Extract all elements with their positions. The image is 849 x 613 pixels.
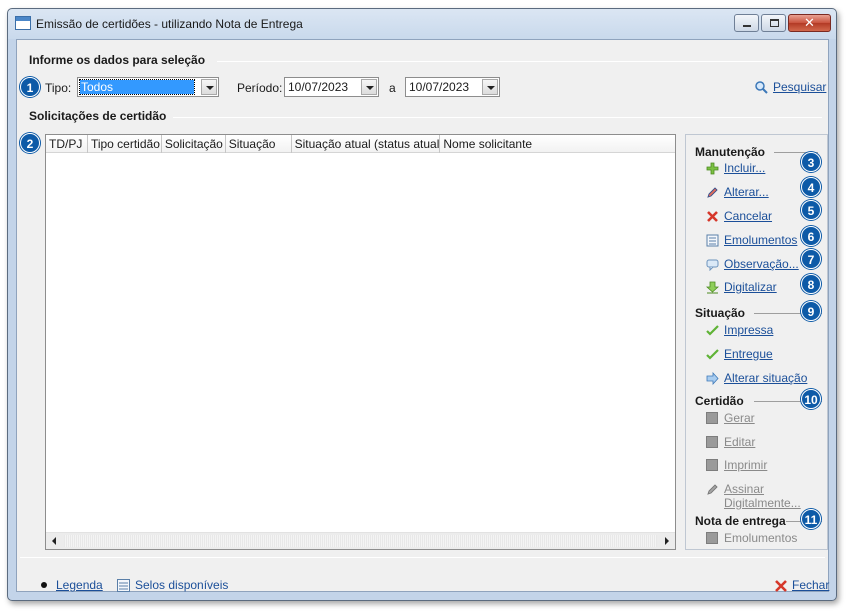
search-link[interactable]: Pesquisar — [754, 80, 826, 94]
periodo-label: Período: — [237, 81, 283, 95]
window-app-icon — [15, 16, 31, 30]
comment-icon — [706, 259, 719, 271]
emolumentos-label: Emolumentos — [724, 233, 798, 247]
list-icon — [706, 234, 719, 247]
square-icon — [706, 459, 718, 471]
scroll-left-icon[interactable] — [46, 533, 63, 549]
list-icon — [117, 579, 130, 592]
window-client-area: Informe os dados para seleção 1 Tipo: To… — [16, 39, 829, 592]
maximize-icon — [770, 19, 779, 27]
window-title: Emissão de certidões - utilizando Nota d… — [36, 17, 303, 31]
x-icon — [707, 211, 718, 222]
date-to-value: 10/07/2023 — [409, 80, 470, 94]
requests-grid[interactable]: TD/PJ Tipo certidão Solicitação Situação… — [45, 134, 676, 550]
tipo-select[interactable]: Todos — [77, 77, 219, 97]
maximize-button[interactable] — [761, 14, 786, 32]
selection-divider — [217, 61, 822, 62]
minimize-icon — [743, 25, 751, 27]
requests-divider — [173, 117, 822, 118]
pencil-icon — [707, 187, 718, 198]
footer-divider — [20, 557, 825, 558]
badge-7: 7 — [801, 249, 821, 269]
title-bar[interactable]: Emissão de certidões - utilizando Nota d… — [8, 9, 836, 39]
imprimir-label: Imprimir — [724, 458, 768, 472]
arrow-right-icon — [706, 372, 719, 385]
alterar-label: Alterar... — [724, 185, 769, 199]
badge-9: 9 — [801, 301, 821, 321]
assinar-label-line2: Digitalmente... — [724, 496, 801, 510]
close-icon: ✕ — [804, 15, 815, 30]
square-icon — [706, 532, 718, 544]
grid-header: TD/PJ Tipo certidão Solicitação Situação… — [46, 135, 675, 153]
column-header[interactable]: Solicitação — [162, 135, 226, 153]
selos-label: Selos disponíveis — [135, 578, 229, 592]
chevron-down-icon[interactable] — [361, 79, 377, 95]
date-to-picker[interactable]: 10/07/2023 — [405, 77, 500, 97]
date-separator: a — [389, 81, 396, 95]
observacao-label: Observação... — [724, 257, 799, 271]
square-icon — [706, 412, 718, 424]
horizontal-scrollbar[interactable] — [46, 532, 675, 549]
legend-label: Legenda — [56, 578, 103, 592]
badge-2: 2 — [20, 133, 40, 153]
entregue-label: Entregue — [724, 347, 773, 361]
scroll-right-icon[interactable] — [658, 533, 675, 549]
check-icon — [706, 349, 719, 360]
minimize-button[interactable] — [734, 14, 759, 32]
search-label: Pesquisar — [773, 80, 827, 94]
fechar-label: Fechar — [792, 578, 830, 592]
badge-8: 8 — [801, 274, 821, 294]
fechar-button[interactable]: Fechar — [775, 578, 829, 592]
column-header[interactable]: Situação — [226, 135, 292, 153]
certidao-title: Certidão — [695, 394, 744, 408]
selection-section-title: Informe os dados para seleção — [29, 53, 206, 67]
badge-11: 11 — [801, 509, 821, 529]
plus-icon — [706, 162, 719, 175]
column-header[interactable]: Tipo certidão — [88, 135, 162, 153]
x-icon — [775, 580, 787, 592]
badge-4: 4 — [801, 177, 821, 197]
gerar-label: Gerar — [724, 411, 755, 425]
column-header[interactable]: TD/PJ — [46, 135, 88, 153]
scrollbar-track[interactable] — [64, 535, 657, 547]
chevron-down-icon[interactable] — [201, 79, 217, 95]
bullet-icon — [41, 582, 47, 588]
tipo-value: Todos — [79, 79, 195, 95]
assinar-label: Assinar — [724, 482, 765, 496]
cancelar-label: Cancelar — [724, 209, 773, 223]
column-header[interactable]: Nome solicitante — [440, 135, 675, 153]
manutencao-title: Manutenção — [695, 145, 766, 159]
alterar-situacao-label: Alterar situação — [724, 371, 808, 385]
situacao-title: Situação — [695, 306, 746, 320]
date-from-value: 10/07/2023 — [288, 80, 349, 94]
badge-3: 3 — [801, 152, 821, 172]
badge-1: 1 — [20, 77, 40, 97]
check-icon — [706, 325, 719, 336]
tipo-label: Tipo: — [45, 81, 72, 95]
nota-emolumentos-label: Emolumentos — [724, 531, 798, 545]
impressa-label: Impressa — [724, 323, 774, 337]
date-from-picker[interactable]: 10/07/2023 — [284, 77, 379, 97]
editar-label: Editar — [724, 435, 756, 449]
badge-6: 6 — [801, 226, 821, 246]
close-window-button[interactable]: ✕ — [788, 14, 831, 32]
requests-section-title: Solicitações de certidão — [29, 109, 167, 123]
badge-5: 5 — [801, 200, 821, 220]
actions-panel: Manutenção Incluir... 3 Alterar... 4 Can… — [685, 134, 828, 550]
legend-link[interactable]: Legenda — [41, 578, 103, 592]
nota-title: Nota de entrega — [695, 514, 786, 528]
column-header[interactable]: Situação atual (status atual) — [292, 135, 441, 153]
incluir-label: Incluir... — [724, 161, 766, 175]
chevron-down-icon[interactable] — [482, 79, 498, 95]
digitalizar-label: Digitalizar — [724, 280, 777, 294]
pen-icon — [707, 484, 718, 495]
square-icon — [706, 436, 718, 448]
main-window: Emissão de certidões - utilizando Nota d… — [7, 8, 837, 601]
badge-10: 10 — [801, 389, 821, 409]
selos-link[interactable]: Selos disponíveis — [117, 578, 228, 592]
search-icon — [755, 81, 768, 94]
download-icon — [706, 281, 719, 294]
